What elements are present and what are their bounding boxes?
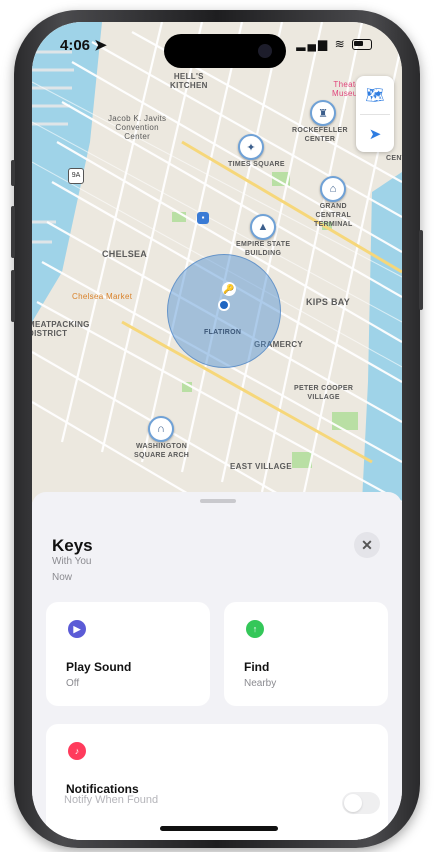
- volume-up-button: [11, 206, 15, 258]
- play-sound-value: Off: [66, 678, 80, 689]
- label-grand-central: GRAND CENTRAL TERMINAL: [314, 203, 353, 228]
- front-camera: [258, 44, 272, 58]
- item-status: With You: [52, 556, 92, 567]
- arrow-up-icon: ↑: [246, 620, 264, 638]
- location-arrow-icon[interactable]: ➤: [356, 115, 394, 153]
- grand-central-poi-icon[interactable]: ⌂: [320, 176, 346, 202]
- label-chelsea: CHELSEA: [102, 249, 148, 259]
- highway-shield-icon: 9A: [68, 168, 84, 184]
- location-accuracy-circle: [167, 254, 281, 368]
- dynamic-island: [164, 34, 286, 68]
- label-javits-center: Jacob K. Javits Convention Center: [108, 114, 167, 141]
- label-peter-cooper: PETER COOPER VILLAGE: [294, 385, 354, 401]
- label-flatiron: FLATIRON: [204, 329, 242, 336]
- play-sound-label: Play Sound: [66, 660, 132, 674]
- label-chelsea-market: Chelsea Market: [72, 292, 133, 301]
- close-icon[interactable]: ✕: [354, 532, 380, 558]
- label-east-village: EAST VILLAGE: [230, 462, 292, 471]
- volume-down-button: [11, 270, 15, 322]
- label-empire-state: EMPIRE STATE BUILDING: [236, 241, 291, 257]
- power-button: [419, 230, 423, 310]
- status-time: 4:06 ➤: [60, 37, 107, 54]
- bell-icon: ♪: [68, 742, 86, 760]
- cellular-signal-icon: ▂▄▆: [296, 37, 330, 51]
- play-icon: ▶: [68, 620, 86, 638]
- wifi-icon: ≋: [334, 37, 347, 51]
- map-controls: 🗺 ➤: [356, 76, 394, 152]
- notify-when-found-label: Notify When Found: [64, 794, 159, 806]
- play-sound-card[interactable]: ▶ Play Sound Off: [46, 602, 210, 706]
- find-label: Find: [244, 660, 270, 674]
- find-card[interactable]: ↑ Find Nearby: [224, 602, 388, 706]
- map-view[interactable]: HELL'S KITCHEN Jacob K. Javits Convention C…: [32, 22, 402, 502]
- status-bar: 4:06 ➤ ▂▄▆ ≋: [32, 22, 402, 68]
- label-meatpacking: MEATPACKINGDISTRICT: [32, 320, 90, 338]
- times-square-poi-icon[interactable]: ✦: [238, 134, 264, 160]
- sheet-grabber[interactable]: [200, 499, 236, 503]
- find-value: Nearby: [244, 678, 277, 689]
- map-mode-icon[interactable]: 🗺: [356, 76, 394, 114]
- label-hells-kitchen: HELL'S KITCHEN: [170, 72, 208, 90]
- battery-icon: [352, 39, 372, 51]
- notifications-card: ♪ Notifications: [46, 724, 388, 840]
- action-button: [11, 160, 15, 186]
- item-timestamp: Now: [52, 572, 73, 583]
- phone-screen: HELL'S KITCHEN Jacob K. Javits Convention C…: [32, 22, 402, 840]
- home-indicator[interactable]: [160, 826, 278, 831]
- keys-pin-icon[interactable]: 🔑: [222, 282, 236, 296]
- rockefeller-poi-icon[interactable]: ♜: [310, 100, 336, 126]
- transit-icon[interactable]: ▪: [197, 212, 209, 224]
- item-detail-sheet: Keys With You Now ✕ ▶ Play Sound Off ↑ F…: [32, 492, 402, 840]
- notify-when-found-toggle[interactable]: [342, 792, 380, 814]
- current-location-dot: [218, 299, 230, 311]
- item-title: Keys: [52, 536, 93, 555]
- label-kips-bay: KIPS BAY: [306, 297, 351, 307]
- empire-state-poi-icon[interactable]: ▲: [250, 214, 276, 240]
- label-times-square: TIMES SQUARE: [228, 161, 285, 168]
- label-rockefeller: ROCKEFELLER CENTER: [292, 127, 348, 143]
- label-cent: CENT: [386, 155, 402, 162]
- label-washington-square: WASHINGTON SQUARE ARCH: [134, 443, 190, 459]
- washington-square-poi-icon[interactable]: ∩: [148, 416, 174, 442]
- system-icons: ▂▄▆ ≋: [296, 37, 372, 51]
